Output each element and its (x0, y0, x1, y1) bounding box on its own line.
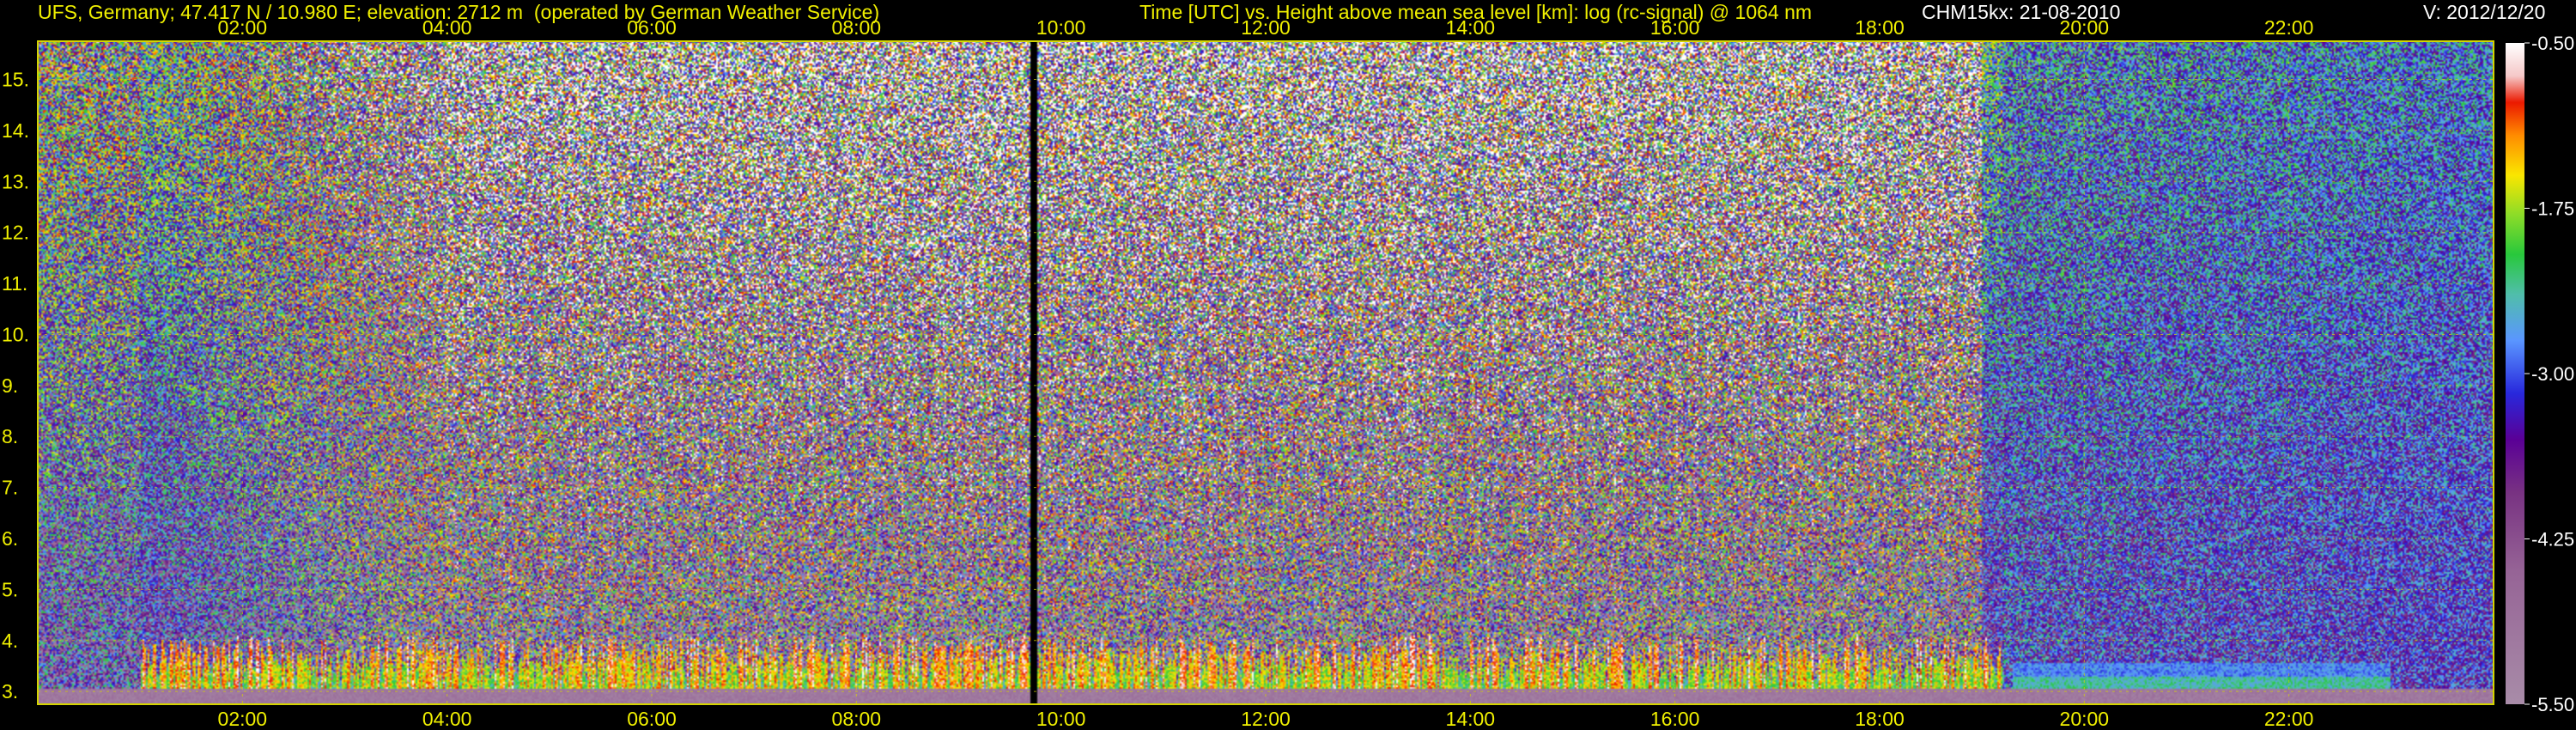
x-tick-label-bottom: 08:00 (832, 708, 882, 730)
x-tick-label-bottom: 10:00 (1036, 708, 1086, 730)
x-tick-label-top: 06:00 (627, 16, 677, 39)
x-tick-label-top: 04:00 (422, 16, 472, 39)
x-tick-label-bottom: 02:00 (218, 708, 268, 730)
y-tick-label: 10. (2, 323, 29, 345)
colorbar-tick-label: -5.50 (2531, 694, 2574, 715)
y-tick-label: 6. (2, 527, 18, 550)
colorbar-tick-label: -1.75 (2531, 198, 2574, 220)
x-tick-label-bottom: 18:00 (1855, 708, 1905, 730)
y-tick-label: 14. (2, 119, 29, 142)
x-tick-label-top: 22:00 (2264, 16, 2314, 39)
y-tick-label: 13. (2, 170, 29, 192)
y-tick-label: 11. (2, 272, 27, 295)
y-tick-label: 12. (2, 222, 29, 244)
colorbar-tick-label: -4.25 (2531, 529, 2574, 551)
x-tick-label-bottom: 14:00 (1446, 708, 1496, 730)
lidar-ceilometer-chart: 02:00 02:00 04:00 04:00 06:00 06:00 08:00 08:00… (2, 16, 2574, 730)
y-tick-label: 7. (2, 477, 18, 499)
x-tick-label-top: 20:00 (2060, 16, 2110, 39)
x-tick-label-bottom: 22:00 (2264, 708, 2314, 730)
y-tick-label: 9. (2, 374, 18, 397)
y-tick-label: 8. (2, 425, 18, 447)
x-tick-label-top: 08:00 (832, 16, 882, 39)
x-tick-label-top: 14:00 (1446, 16, 1496, 39)
x-tick-label-bottom: 16:00 (1650, 708, 1700, 730)
x-tick-label-bottom: 20:00 (2060, 708, 2110, 730)
x-tick-label-bottom: 12:00 (1241, 708, 1291, 730)
colorbar-tick-label: -0.50 (2531, 33, 2574, 54)
y-tick-label: 15. (2, 69, 29, 91)
x-tick-label-top: 16:00 (1650, 16, 1700, 39)
y-tick-label: 5. (2, 578, 18, 600)
x-tick-label-top: 18:00 (1855, 16, 1905, 39)
x-tick-label-top: 12:00 (1241, 16, 1291, 39)
x-tick-label-bottom: 04:00 (422, 708, 472, 730)
colorbar: -0.50 -1.75 -3.00 -4.25 -5.50 (2506, 33, 2574, 715)
y-tick-label: 4. (2, 630, 18, 652)
colorbar-gradient (2506, 43, 2524, 704)
x-tick-label-bottom: 06:00 (627, 708, 677, 730)
y-tick-label: 3. (2, 680, 18, 703)
x-tick-label-top: 10:00 (1036, 16, 1086, 39)
colorbar-tick-label: -3.00 (2531, 363, 2574, 385)
x-tick-label-top: 02:00 (218, 16, 268, 39)
